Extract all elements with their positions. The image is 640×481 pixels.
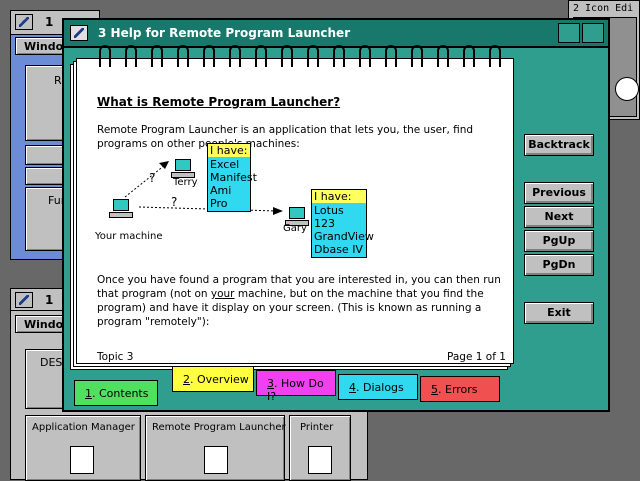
system-menu-icon[interactable] xyxy=(15,292,33,308)
tab-errors[interactable]: 5. Errors xyxy=(420,376,500,402)
system-menu-icon[interactable] xyxy=(15,14,33,30)
exit-button[interactable]: Exit xyxy=(524,302,594,324)
app-tile-application-manager[interactable]: Application Manager xyxy=(25,415,141,481)
bg-window-circle-icon xyxy=(615,77,639,101)
bg-window-title: 2 Icon Edi xyxy=(573,3,634,14)
app-tile-label: Remote Program Launcher xyxy=(152,422,286,433)
program-item: Lotus 123 xyxy=(314,204,344,230)
tab-contents[interactable]: 1. Contents xyxy=(74,380,158,406)
next-button[interactable]: Next xyxy=(524,206,594,228)
tab-how-do-i[interactable]: 3. How Do I? xyxy=(256,370,336,403)
gary-label: Gary xyxy=(283,223,307,234)
program-item: Dbase IV xyxy=(314,243,363,256)
system-menu-icon[interactable] xyxy=(70,25,88,41)
previous-button[interactable]: Previous xyxy=(524,182,594,204)
app-tile-printer[interactable]: Printer xyxy=(289,415,351,481)
terry-label: Terry xyxy=(173,177,198,188)
pgdn-button[interactable]: PgDn xyxy=(524,254,594,276)
program-item: GrandView xyxy=(314,230,374,243)
program-item: Excel xyxy=(210,158,240,171)
help-paragraph-2: Once you have found a program that you a… xyxy=(97,274,501,328)
notepad-icon xyxy=(70,446,94,474)
help-window[interactable]: 3 Help for Remote Program Launcher What … xyxy=(62,18,610,412)
tab-overview[interactable]: 2. Overview xyxy=(172,366,254,392)
underlined-your: your xyxy=(210,288,235,300)
computer-icon xyxy=(109,199,133,218)
app-tile-label: Application Manager xyxy=(32,422,135,433)
tab-dialogs[interactable]: 4. Dialogs xyxy=(338,374,418,400)
maximize-button[interactable] xyxy=(582,23,604,43)
pgup-button[interactable]: PgUp xyxy=(524,230,594,252)
bg-window-number: 1 xyxy=(45,15,54,29)
app-tile-label: Printer xyxy=(300,422,334,433)
page-indicator: Page 1 of 1 xyxy=(447,351,506,363)
help-window-title: 3 Help for Remote Program Launcher xyxy=(98,26,351,40)
app-tile-remote-program-launcher[interactable]: Remote Program Launcher xyxy=(145,415,286,481)
bg-window-number: 1 xyxy=(45,293,54,307)
my-machine-label: Your machine xyxy=(95,231,163,242)
topic-number: Topic 3 xyxy=(97,351,134,363)
help-titlebar[interactable]: 3 Help for Remote Program Launcher xyxy=(64,20,608,48)
query-mark: ? xyxy=(149,171,156,185)
program-item: Ami Pro xyxy=(210,184,232,210)
help-page: What is Remote Program Launcher? Remote … xyxy=(76,45,514,364)
gary-program-list: I have: Lotus 123 GrandView Dbase IV xyxy=(311,189,374,258)
backtrack-button[interactable]: Backtrack xyxy=(524,134,594,156)
notepad-icon xyxy=(204,446,228,474)
notepad-icon xyxy=(308,446,332,474)
program-item: Manifest xyxy=(210,171,257,184)
query-mark: ? xyxy=(171,195,178,209)
terry-program-list: I have: Excel Manifest Ami Pro xyxy=(207,143,257,212)
computer-icon xyxy=(171,159,195,178)
minimize-button[interactable] xyxy=(558,23,580,43)
